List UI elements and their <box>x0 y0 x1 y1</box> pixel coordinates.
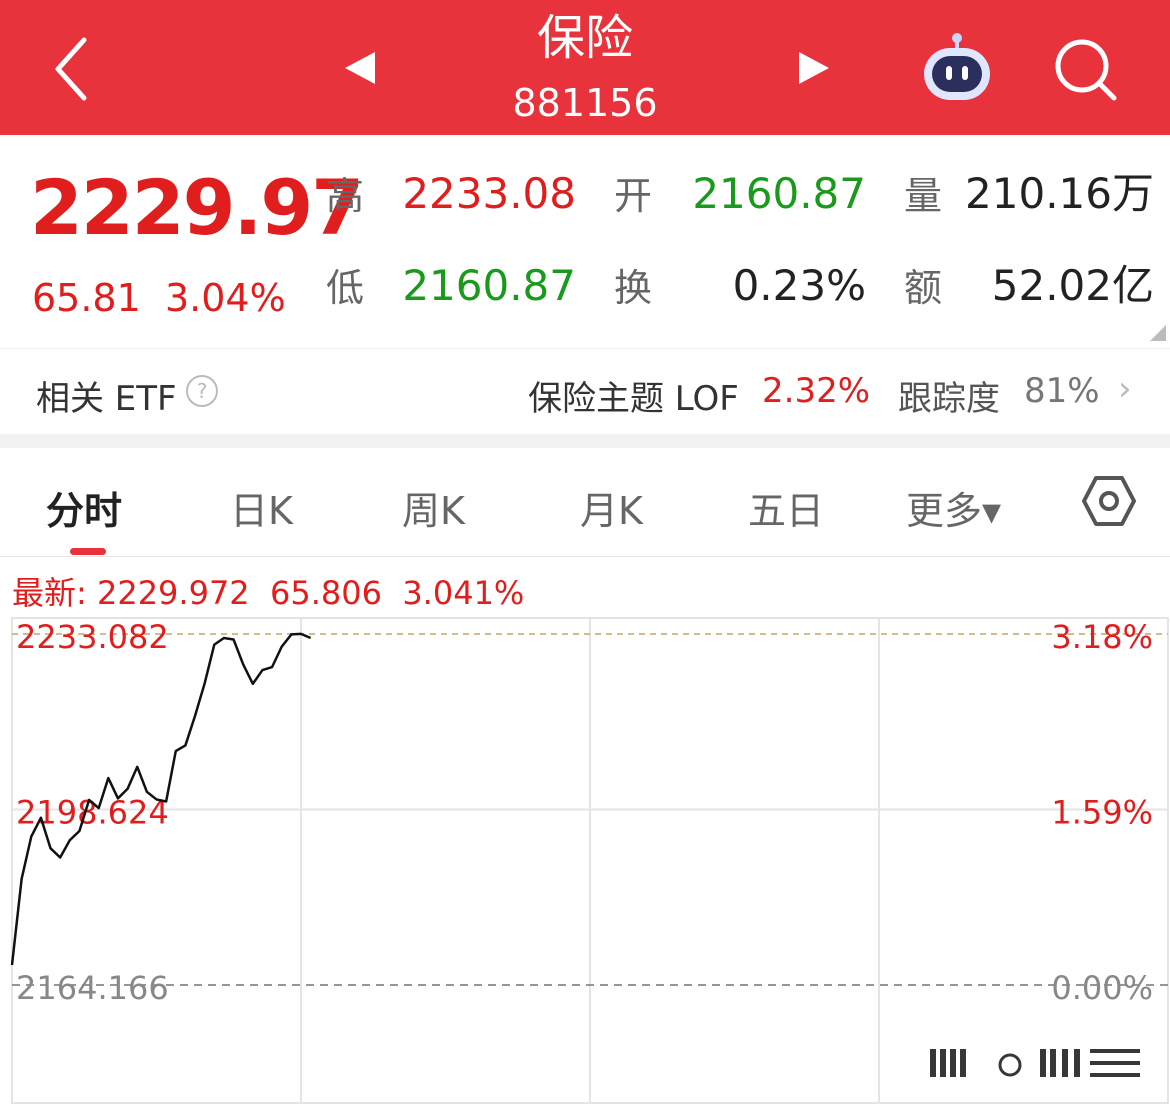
current-price: 2229.97 <box>30 163 364 252</box>
turnover-label: 换 <box>614 266 653 310</box>
y-tick-label: 2164.166 <box>16 969 169 1007</box>
settings-icon[interactable] <box>1082 476 1136 526</box>
search-icon[interactable] <box>1052 36 1118 102</box>
high-value: 2233.08 <box>402 169 576 218</box>
tab-weekly-k[interactable]: 周K <box>402 480 465 535</box>
tracking-value: 81% <box>1024 371 1100 411</box>
y-tick-label: 2198.624 <box>16 794 169 832</box>
low-value: 2160.87 <box>402 261 576 310</box>
expand-corner-icon[interactable] <box>1150 325 1166 341</box>
volume-label: 量 <box>904 174 943 218</box>
latest-quote-line: 最新: 2229.972 65.806 3.041% <box>12 568 524 614</box>
tab-five-day[interactable]: 五日 <box>748 480 824 535</box>
intraday-chart[interactable]: 2233.082 2198.624 2164.166 3.18% 1.59% 0.00% <box>0 615 1170 1105</box>
change-percent: 3.04% <box>164 276 286 320</box>
high-label: 高 <box>326 174 365 218</box>
chart-tabs: 分时 日K 周K 月K 五日 更多▾ <box>0 448 1170 557</box>
open-label: 开 <box>614 174 653 218</box>
y-pct-tick-label: 0.00% <box>1051 969 1153 1007</box>
watermark <box>930 1049 1140 1077</box>
open-value: 2160.87 <box>692 169 866 218</box>
volume-value: 210.16万 <box>965 169 1154 218</box>
etf-name: 保险主题 LOF <box>528 379 739 419</box>
tab-intraday[interactable]: 分时 <box>46 480 122 535</box>
latest-change: 65.806 <box>270 574 382 612</box>
latest-label: 最新: <box>12 574 87 612</box>
section-divider <box>0 434 1170 448</box>
next-stock-icon[interactable] <box>797 50 831 86</box>
y-pct-tick-label: 1.59% <box>1051 794 1153 832</box>
amount-label: 额 <box>904 266 943 310</box>
related-etf-label: 相关 ETF <box>36 379 177 419</box>
tracking-label: 跟踪度 <box>898 379 1000 419</box>
y-tick-label: 2233.082 <box>16 618 169 656</box>
help-icon[interactable]: ? <box>186 375 218 407</box>
low-label: 低 <box>326 266 365 310</box>
tab-daily-k[interactable]: 日K <box>230 480 293 535</box>
amount-value: 52.02亿 <box>991 261 1154 310</box>
quote-panel: 2229.97 65.81 3.04% 高 2233.08 低 2160.87 … <box>0 135 1170 347</box>
app-header: 保险 881156 <box>0 0 1170 135</box>
etf-change-percent: 2.32% <box>762 371 871 411</box>
chevron-right-icon[interactable]: › <box>1118 369 1132 409</box>
change-value: 65.81 <box>32 276 141 320</box>
price-change: 65.81 3.04% <box>32 275 286 321</box>
turnover-value: 0.23% <box>732 261 866 310</box>
y-pct-tick-label: 3.18% <box>1051 618 1153 656</box>
assistant-robot-icon[interactable] <box>918 32 996 104</box>
latest-price: 2229.972 <box>96 574 250 612</box>
tab-monthly-k[interactable]: 月K <box>580 480 643 535</box>
latest-percent: 3.041% <box>402 574 525 612</box>
related-etf-row[interactable]: 相关 ETF ? 保险主题 LOF 2.32% 跟踪度 81% › <box>0 348 1170 435</box>
active-tab-indicator <box>70 548 106 555</box>
tab-more[interactable]: 更多▾ <box>906 480 1001 535</box>
